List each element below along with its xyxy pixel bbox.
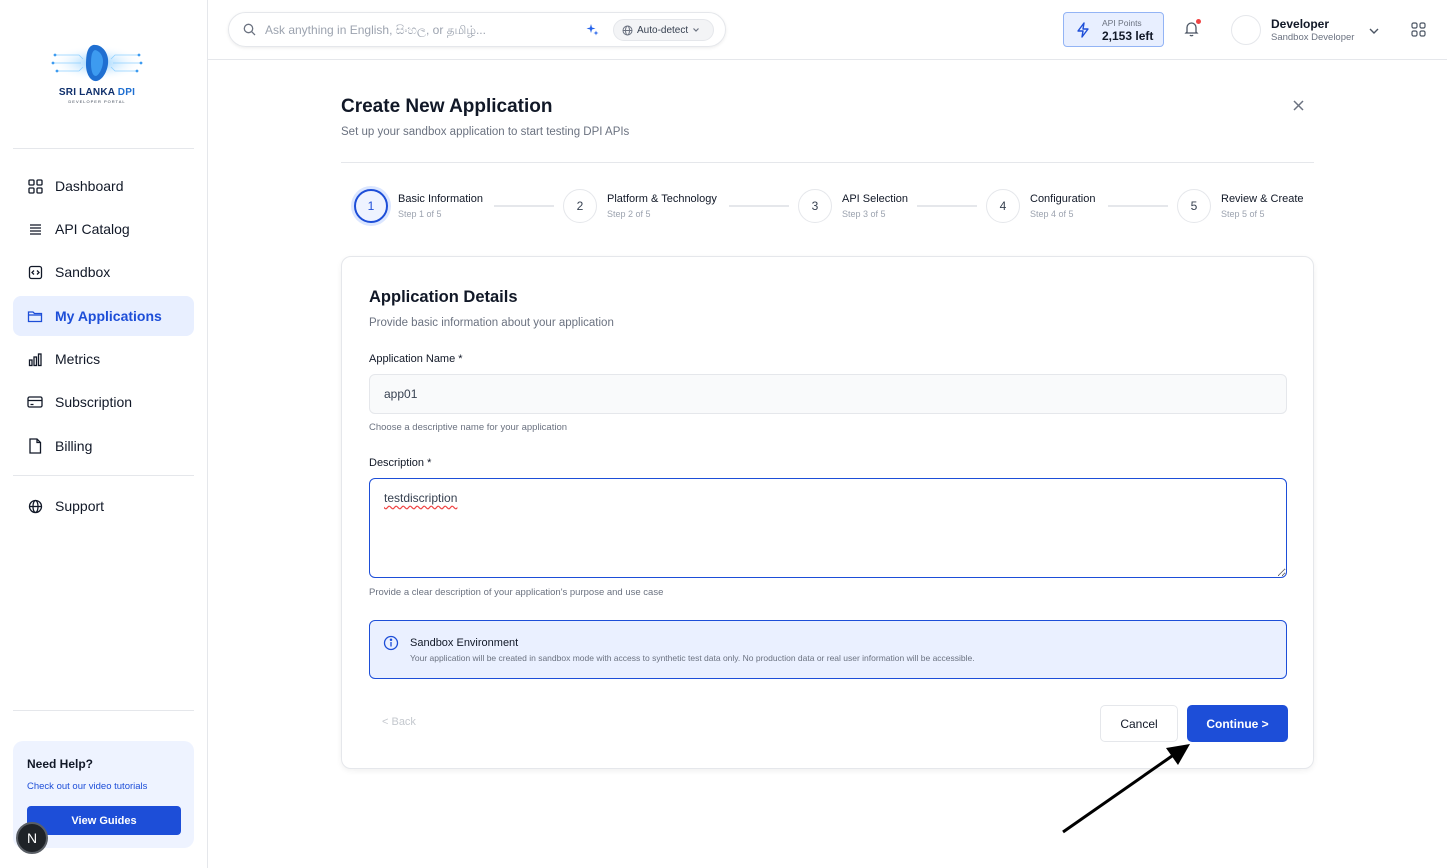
- view-guides-button[interactable]: View Guides: [27, 806, 181, 835]
- step-connector: [917, 205, 977, 207]
- step-2-sub: Step 2 of 5: [607, 209, 651, 219]
- language-select-label: Auto-detect: [637, 24, 689, 36]
- sidebar-divider: [13, 148, 194, 149]
- application-name-label: Application Name *: [369, 353, 463, 365]
- sidebar-item-api-catalog[interactable]: API Catalog: [13, 209, 194, 249]
- sidebar: SRI LANKA DPI DEVELOPER PORTAL Dashboard…: [0, 0, 208, 868]
- sidebar-item-label: Support: [55, 498, 105, 514]
- api-points-label: API Points: [1102, 18, 1142, 28]
- step-4-title: Configuration: [1030, 193, 1096, 205]
- sidebar-divider: [13, 710, 194, 711]
- step-1-sub: Step 1 of 5: [398, 209, 442, 219]
- sidebar-item-label: Billing: [55, 438, 93, 454]
- step-2-title: Platform & Technology: [607, 193, 717, 205]
- step-5-circle[interactable]: 5: [1177, 189, 1211, 223]
- step-3-sub: Step 3 of 5: [842, 209, 886, 219]
- page-subtitle: Set up your sandbox application to start…: [341, 126, 630, 138]
- sidebar-item-label: My Applications: [55, 308, 162, 324]
- language-select[interactable]: Auto-detect: [613, 19, 714, 41]
- search-icon: [243, 23, 256, 41]
- cancel-button[interactable]: Cancel: [1100, 705, 1178, 742]
- notification-dot: [1196, 19, 1201, 24]
- step-connector: [494, 205, 554, 207]
- application-name-help: Choose a descriptive name for your appli…: [369, 422, 568, 433]
- top-header: Auto-detect API Points 2,153 left Develo…: [208, 0, 1447, 60]
- sandbox-title: Sandbox Environment: [410, 637, 519, 649]
- search-input[interactable]: [265, 21, 575, 39]
- sidebar-item-dashboard[interactable]: Dashboard: [13, 166, 194, 206]
- sidebar-item-metrics[interactable]: Metrics: [13, 339, 194, 379]
- sidebar-item-label: Subscription: [55, 394, 133, 410]
- app-root: SRI LANKA DPI DEVELOPER PORTAL Dashboard…: [0, 0, 1447, 868]
- chevron-down-icon[interactable]: [1368, 23, 1380, 41]
- step-3-title: API Selection: [842, 193, 909, 205]
- card-title: Application Details: [369, 288, 518, 306]
- help-title: Need Help?: [27, 757, 94, 771]
- step-2-circle[interactable]: 2: [563, 189, 597, 223]
- api-points-badge[interactable]: API Points 2,153 left: [1063, 12, 1164, 47]
- framework-badge[interactable]: N: [16, 822, 48, 854]
- code-box-icon: [27, 264, 43, 280]
- sidebar-item-billing[interactable]: Billing: [13, 426, 194, 466]
- sidebar-item-label: Sandbox: [55, 264, 111, 280]
- continue-button[interactable]: Continue >: [1187, 705, 1288, 742]
- sidebar-item-sandbox[interactable]: Sandbox: [13, 252, 194, 292]
- search-bar[interactable]: Auto-detect: [228, 12, 726, 47]
- sidebar-item-label: API Catalog: [55, 221, 130, 237]
- description-label: Description *: [369, 457, 432, 469]
- close-icon[interactable]: [1291, 98, 1306, 118]
- logo[interactable]: SRI LANKA DPI DEVELOPER PORTAL: [36, 30, 158, 114]
- sidebar-divider: [13, 475, 194, 476]
- step-3-circle[interactable]: 3: [798, 189, 832, 223]
- heading-divider: [341, 162, 1314, 163]
- lightning-icon: [1076, 22, 1090, 43]
- sparkle-icon[interactable]: [586, 23, 599, 41]
- credit-card-icon: [27, 394, 43, 410]
- user-role: Sandbox Developer: [1271, 32, 1355, 43]
- info-icon: [383, 635, 399, 656]
- bar-chart-icon: [27, 351, 43, 367]
- sri-lanka-map-icon: [51, 44, 143, 81]
- stack-icon: [27, 221, 43, 237]
- apps-grid-icon[interactable]: [1411, 22, 1426, 42]
- sidebar-item-support[interactable]: Support: [13, 486, 194, 526]
- dashboard-grid-icon: [27, 178, 43, 194]
- sidebar-item-label: Dashboard: [55, 178, 124, 194]
- step-5-sub: Step 5 of 5: [1221, 209, 1265, 219]
- page-title: Create New Application: [341, 96, 553, 117]
- document-icon: [27, 438, 43, 454]
- step-connector: [729, 205, 789, 207]
- logo-subtitle: DEVELOPER PORTAL: [68, 98, 126, 104]
- step-4-sub: Step 4 of 5: [1030, 209, 1074, 219]
- description-help: Provide a clear description of your appl…: [369, 587, 664, 598]
- user-name[interactable]: Developer: [1271, 17, 1329, 31]
- globe-icon: [622, 25, 633, 35]
- application-details-card: Application Details Provide basic inform…: [341, 256, 1314, 769]
- sidebar-item-subscription[interactable]: Subscription: [13, 382, 194, 422]
- sidebar-item-label: Metrics: [55, 351, 101, 367]
- description-textarea[interactable]: testdiscription: [369, 478, 1287, 578]
- step-5-title: Review & Create: [1221, 193, 1304, 205]
- card-subtitle: Provide basic information about your app…: [369, 317, 614, 329]
- step-4-circle[interactable]: 4: [986, 189, 1020, 223]
- avatar[interactable]: [1231, 15, 1261, 45]
- application-name-input[interactable]: [369, 374, 1287, 414]
- chevron-down-icon: [693, 28, 700, 32]
- back-button[interactable]: < Back: [382, 716, 416, 728]
- sandbox-environment-notice: Sandbox Environment Your application wil…: [369, 620, 1287, 679]
- api-points-value: 2,153 left: [1102, 29, 1154, 43]
- step-connector: [1108, 205, 1168, 207]
- help-subtitle[interactable]: Check out our video tutorials: [27, 781, 147, 792]
- folder-icon: [27, 308, 43, 324]
- globe-icon: [27, 498, 43, 514]
- step-1-title: Basic Information: [398, 193, 483, 205]
- sandbox-text: Your application will be created in sand…: [410, 653, 975, 663]
- sidebar-item-my-applications[interactable]: My Applications: [13, 296, 194, 336]
- logo-title: SRI LANKA DPI: [58, 86, 136, 98]
- step-1-circle[interactable]: 1: [354, 189, 388, 223]
